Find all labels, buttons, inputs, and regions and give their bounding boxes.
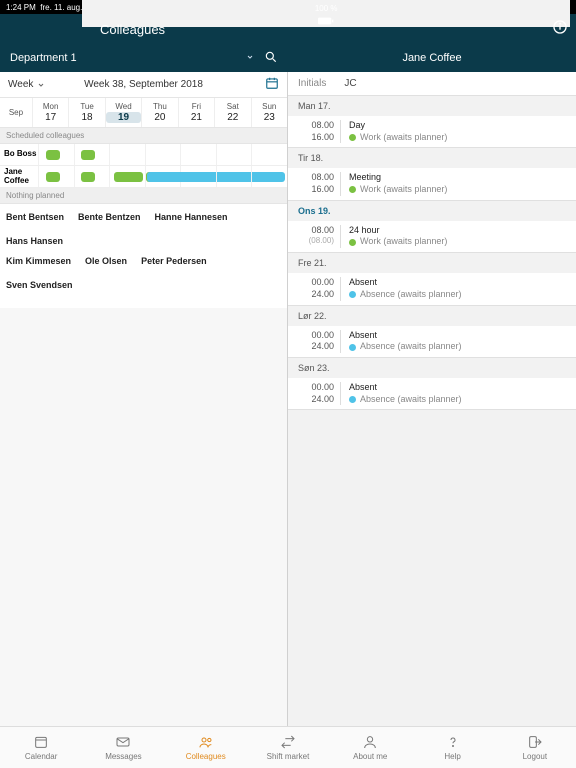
initials-value: JC <box>344 78 356 89</box>
status-bar: 1:24 PM fre. 11. aug. 100 % <box>0 0 576 14</box>
day-header: Ons 19. <box>288 201 576 221</box>
tab-colleagues[interactable]: Colleagues <box>165 727 247 768</box>
person-link[interactable]: Bent Bentsen <box>6 212 64 222</box>
status-dot <box>349 239 356 246</box>
detail-panel: Initials JC Man 17. 08.0016.00 DayWork (… <box>288 72 576 726</box>
person-link[interactable]: Kim Kimmesen <box>6 256 71 266</box>
day-col-fri[interactable]: Fri21 <box>178 98 214 127</box>
view-mode-selector[interactable]: Week <box>8 79 45 90</box>
person-link[interactable]: Ole Olsen <box>85 256 127 266</box>
search-icon[interactable] <box>264 50 278 67</box>
view-mode-label: Week <box>8 79 33 90</box>
week-label: Week 38, September 2018 <box>84 79 203 90</box>
battery-pct: 100 % <box>315 4 338 13</box>
day-col-wed[interactable]: Wed19 <box>105 98 141 127</box>
day-section: Tir 18. 08.0016.00 MeetingWork (awaits p… <box>288 148 576 200</box>
tab-about-me[interactable]: About me <box>329 727 411 768</box>
tab-shift-market[interactable]: Shift market <box>247 727 329 768</box>
selected-person: Jane Coffee <box>288 52 576 64</box>
bottom-nav: Calendar Messages Colleagues Shift marke… <box>0 726 576 768</box>
nothing-planned-label: Nothing planned <box>0 188 287 204</box>
month-label: Sep <box>0 98 32 127</box>
week-bar: Week Week 38, September 2018 <box>0 72 287 98</box>
schedule-entry[interactable]: 00.0024.00 AbsentAbsence (awaits planner… <box>288 326 576 357</box>
person-name: Bo Boss <box>0 150 38 159</box>
initials-label: Initials <box>298 78 326 89</box>
day-section: Man 17. 08.0016.00 DayWork (awaits plann… <box>288 96 576 148</box>
department-selector[interactable]: Department 1 <box>0 50 288 67</box>
chevron-down-icon <box>246 52 254 64</box>
day-header: Fre 21. <box>288 253 576 273</box>
person-link[interactable]: Sven Svendsen <box>6 280 73 290</box>
calendar-icon[interactable] <box>265 76 279 93</box>
chevron-down-icon <box>37 81 45 89</box>
scheduled-label: Scheduled colleagues <box>0 128 287 144</box>
app-header: Colleagues Department 1 Jane Coffee <box>0 14 576 72</box>
status-time: 1:24 PM <box>6 3 36 12</box>
initials-row: Initials JC <box>288 72 576 96</box>
day-section: Ons 19. 08.00(08.00) 24 hourWork (awaits… <box>288 201 576 253</box>
day-header: Tir 18. <box>288 148 576 168</box>
logout-icon <box>527 734 543 750</box>
swap-icon <box>280 734 296 750</box>
day-header: Søn 23. <box>288 358 576 378</box>
info-icon[interactable] <box>552 19 568 40</box>
tab-help[interactable]: Help <box>411 727 493 768</box>
mail-icon <box>115 734 131 750</box>
schedule-panel: Week Week 38, September 2018 Sep Mon17 T… <box>0 72 288 726</box>
day-header: Man 17. <box>288 96 576 116</box>
person-link[interactable]: Hans Hansen <box>6 236 63 246</box>
tab-calendar[interactable]: Calendar <box>0 727 82 768</box>
status-dot <box>349 186 356 193</box>
tab-logout[interactable]: Logout <box>494 727 576 768</box>
person-link[interactable]: Hanne Hannesen <box>155 212 228 222</box>
help-icon <box>445 734 461 750</box>
status-date: fre. 11. aug. <box>40 3 82 12</box>
department-label: Department 1 <box>10 52 77 64</box>
status-dot <box>349 344 356 351</box>
day-section: Søn 23. 00.0024.00 AbsentAbsence (awaits… <box>288 358 576 410</box>
day-col-sat[interactable]: Sat22 <box>214 98 250 127</box>
page-title: Colleagues <box>100 22 165 37</box>
person-link[interactable]: Peter Pedersen <box>141 256 207 266</box>
people-icon <box>198 734 214 750</box>
day-header: Lør 22. <box>288 306 576 326</box>
day-col-sun[interactable]: Sun23 <box>251 98 287 127</box>
day-section: Fre 21. 00.0024.00 AbsentAbsence (awaits… <box>288 253 576 305</box>
tab-messages[interactable]: Messages <box>82 727 164 768</box>
day-col-thu[interactable]: Thu20 <box>141 98 177 127</box>
schedule-entry[interactable]: 00.0024.00 AbsentAbsence (awaits planner… <box>288 378 576 409</box>
schedule-entry[interactable]: 08.0016.00 DayWork (awaits planner) <box>288 116 576 147</box>
day-col-mon[interactable]: Mon17 <box>32 98 68 127</box>
status-dot <box>349 396 356 403</box>
person-icon <box>362 734 378 750</box>
status-dot <box>349 134 356 141</box>
schedule-entry[interactable]: 00.0024.00 AbsentAbsence (awaits planner… <box>288 273 576 304</box>
day-section: Lør 22. 00.0024.00 AbsentAbsence (awaits… <box>288 306 576 358</box>
schedule-row-janecoffee[interactable]: Jane Coffee <box>0 166 287 188</box>
person-name: Jane Coffee <box>0 168 38 186</box>
status-dot <box>349 291 356 298</box>
schedule-entry[interactable]: 08.0016.00 MeetingWork (awaits planner) <box>288 168 576 199</box>
day-header-row: Sep Mon17 Tue18 Wed19 Thu20 Fri21 Sat22 … <box>0 98 287 128</box>
day-col-tue[interactable]: Tue18 <box>68 98 104 127</box>
calendar-icon <box>33 734 49 750</box>
person-link[interactable]: Bente Bentzen <box>78 212 141 222</box>
schedule-entry[interactable]: 08.00(08.00) 24 hourWork (awaits planner… <box>288 221 576 252</box>
unscheduled-list: Bent Bentsen Bente Bentzen Hanne Hannese… <box>0 204 287 308</box>
schedule-row-boboss[interactable]: Bo Boss <box>0 144 287 166</box>
